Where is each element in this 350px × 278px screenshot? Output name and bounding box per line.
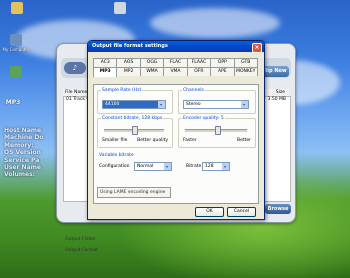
vbr-config-label: Configuration (99, 164, 130, 169)
tab-wma[interactable]: WMA (139, 67, 165, 76)
tab-ofr[interactable]: OFR (186, 67, 212, 76)
desktop-icon-my-computer[interactable]: My Computer (1, 34, 31, 52)
tab-monkey[interactable]: MONKEY (233, 67, 258, 76)
list-item-size: 3.50 MB (267, 97, 286, 102)
chevron-down-icon[interactable] (158, 101, 165, 108)
computer-icon (10, 34, 22, 46)
converter-footer: Output Folder Output Format (63, 234, 289, 256)
channels-select[interactable]: Stereo (183, 100, 249, 109)
bitrate-max-label: Better quality (137, 138, 168, 143)
sample-rate-title: Sample Rate (Hz) (101, 88, 143, 93)
close-icon[interactable]: × (252, 42, 262, 53)
channels-group: Channels Stereo (178, 88, 256, 114)
cancel-button[interactable]: Cancel (227, 207, 256, 217)
tab-ac3[interactable]: AC3 (93, 58, 118, 67)
quality-group: Encoder quality: 5 Faster Better (178, 116, 256, 148)
desktop-icon-network[interactable] (1, 66, 31, 79)
tab-opp[interactable]: OPP (210, 58, 235, 67)
format-tabs: AC3 AOS OGG FLAC FLAAC OPP GTB MP3 MP2 W… (93, 58, 258, 77)
vbr-config-value: Normal (137, 164, 154, 169)
browse-button[interactable]: Browse (265, 204, 291, 214)
sysinfo-service-pack: Service Pa (4, 156, 40, 164)
cloud (150, 8, 280, 38)
tab-vma[interactable]: VMA (163, 67, 188, 76)
output-folder-label: Output Folder (65, 237, 96, 242)
folder-icon (11, 2, 23, 14)
desktop-icon-folder[interactable] (2, 2, 32, 15)
encoder-note: Using LAME encoding engine (97, 187, 171, 198)
tab-flaac[interactable]: FLAAC (186, 58, 212, 67)
channels-value: Stereo (186, 102, 201, 107)
output-format-dialog: Output file format settings × AC3 AOS OG… (87, 40, 265, 220)
bginfo-overlay: Host Name Machine Do Memory: OS Version … (4, 127, 43, 179)
recycle-bin-icon (114, 2, 126, 14)
bitrate-title: Constant bitrate, 128 kbps (101, 116, 164, 121)
dialog-title-bar[interactable]: Output file format settings × (88, 41, 264, 53)
quality-max-label: Better (236, 138, 251, 143)
channels-title: Channels (182, 88, 205, 93)
quality-title: Encoder quality: 5 (182, 116, 225, 121)
col-file-name[interactable]: File Name (63, 90, 87, 95)
app-logo-icon: ♪ (64, 62, 86, 74)
ok-button[interactable]: OK (195, 207, 224, 217)
quality-min-label: Faster (183, 138, 197, 143)
sysinfo-os: OS Version (4, 149, 41, 157)
chevron-down-icon[interactable] (222, 163, 229, 170)
tab-mp3-selected[interactable]: MP3 (93, 67, 118, 77)
sample-rate-value: 44100 (105, 102, 120, 107)
bitrate-min-label: Smaller file (102, 138, 128, 143)
vbr-bitrate-label: Bitrate (186, 164, 202, 169)
chevron-down-icon[interactable] (241, 101, 248, 108)
sample-rate-group: Sample Rate (Hz) 44100 (97, 88, 173, 114)
tab-row-1: AC3 AOS OGG FLAC FLAAC OPP GTB (93, 58, 258, 67)
sysinfo-domain: Machine Do (4, 134, 44, 142)
output-format-label: Output Format (65, 248, 98, 253)
sample-rate-select[interactable]: 44100 (102, 100, 166, 109)
col-size[interactable]: Size (276, 89, 285, 96)
tab-gtb[interactable]: GTB (233, 58, 258, 67)
tab-ogg[interactable]: OGG (139, 58, 165, 67)
tab-mp2[interactable]: MP2 (116, 67, 141, 76)
quality-slider-thumb[interactable] (215, 126, 221, 135)
tab-aos[interactable]: AOS (116, 58, 141, 67)
vbr-bitrate-value: 128 (205, 164, 214, 169)
vbr-config-select[interactable]: Normal (134, 162, 172, 171)
tab-ape[interactable]: APE (210, 67, 235, 76)
bitrate-slider-thumb[interactable] (132, 126, 138, 135)
rip-now-button[interactable]: Rip Now (261, 66, 289, 77)
mp3-settings-panel: Sample Rate (Hz) 44100 Channels Stereo C… (93, 84, 259, 204)
network-icon (10, 66, 22, 78)
vbr-bitrate-select[interactable]: 128 (202, 162, 230, 171)
desktop-icon-mp3[interactable]: MP3 (2, 98, 24, 106)
tab-row-2: MP3 MP2 WMA VMA OFR APE MONKEY (93, 67, 258, 77)
chevron-down-icon[interactable] (164, 163, 171, 170)
tab-flac[interactable]: FLAC (163, 58, 188, 67)
bitrate-group: Constant bitrate, 128 kbps Smaller file … (97, 116, 173, 148)
vbr-title: Variable bitrate (99, 153, 134, 158)
desktop-icon-recycle[interactable] (105, 2, 135, 15)
dialog-title: Output file format settings (92, 43, 168, 49)
sysinfo-volumes: Volumes: (4, 171, 36, 179)
